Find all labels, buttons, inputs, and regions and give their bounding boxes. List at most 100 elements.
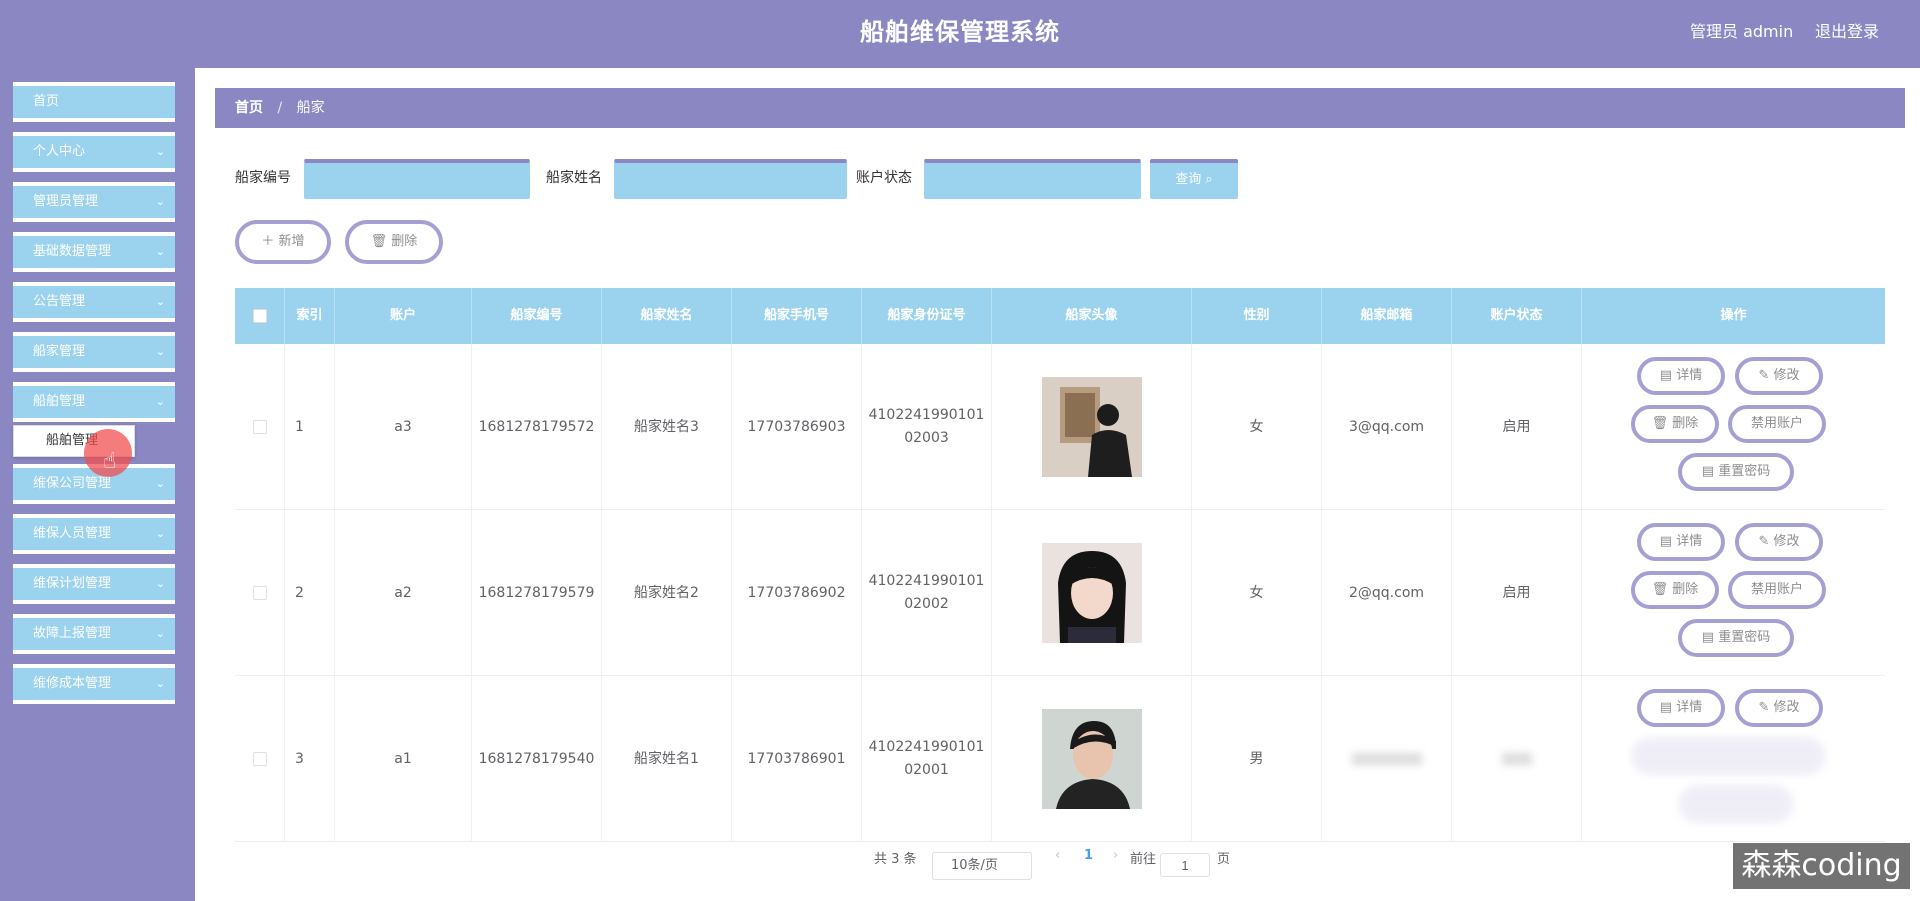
edit-button[interactable]: ✎ 修改 (1735, 689, 1823, 727)
chevron-down-icon: ⌄ (155, 345, 165, 358)
blurred-buttons (1678, 785, 1794, 823)
chevron-down-icon: ⌄ (155, 145, 165, 158)
sidebar-item-notice[interactable]: 公告管理 ⌄ (13, 282, 175, 322)
column-header[interactable]: 船家身份证号 (862, 288, 992, 344)
table-row: 3 a1 1681278179540 船家姓名1 17703786901 410… (235, 676, 1885, 842)
cell-gender: 女 (1192, 344, 1322, 510)
sidebar-item-maintenance-plan[interactable]: 维保计划管理 ⌄ (13, 564, 175, 604)
delete-button[interactable]: 🗑 删除 (1631, 571, 1719, 609)
detail-button[interactable]: ▤ 详情 (1637, 523, 1725, 561)
disable-account-button[interactable]: 禁用账户 (1728, 571, 1826, 609)
page-number-current[interactable]: 1 (1084, 848, 1093, 863)
column-header[interactable]: 性别 (1192, 288, 1322, 344)
blurred-buttons (1631, 737, 1826, 775)
select-all-checkbox[interactable] (253, 309, 267, 323)
page-size-select[interactable]: 10条/页 (932, 852, 1032, 880)
sidebar-item-shipowner[interactable]: 船家管理 ⌄ (13, 332, 175, 372)
cell-index: 2 (285, 510, 335, 676)
goto-page-input[interactable] (1160, 853, 1210, 877)
next-page-icon[interactable]: › (1113, 848, 1118, 863)
column-header[interactable]: 船家邮箱 (1322, 288, 1452, 344)
logout-link[interactable]: 退出登录 (1815, 18, 1879, 42)
row-checkbox[interactable] (253, 420, 267, 434)
cell-account: a2 (335, 510, 472, 676)
column-header[interactable]: 账户 (335, 288, 472, 344)
avatar[interactable] (1041, 543, 1142, 643)
avatar[interactable] (1041, 709, 1142, 809)
disable-account-button[interactable]: 禁用账户 (1728, 405, 1826, 443)
edit-button[interactable]: ✎ 修改 (1735, 357, 1823, 395)
reset-password-button[interactable]: ▤ 重置密码 (1678, 619, 1794, 657)
row-select-cell (235, 676, 285, 842)
edit-button[interactable]: ✎ 修改 (1735, 523, 1823, 561)
search-label-account-status: 账户状态 (856, 170, 912, 186)
cell-shipowner-name: 船家姓名3 (602, 344, 732, 510)
reset-password-button[interactable]: ▤ 重置密码 (1678, 453, 1794, 491)
delete-button[interactable]: 🗑 删除 (1631, 405, 1719, 443)
cell-index: 1 (285, 344, 335, 510)
sidebar-item-label: 故障上报管理 (33, 626, 112, 641)
column-header[interactable]: 船家头像 (992, 288, 1192, 344)
cell-shipowner-no: 1681278179572 (472, 344, 602, 510)
sidebar-item-label: 维保公司管理 (33, 476, 112, 491)
query-button[interactable]: 查询 ⌕ (1150, 159, 1238, 199)
row-checkbox[interactable] (253, 752, 267, 766)
add-button[interactable]: ＋ 新增 (235, 220, 331, 264)
column-header[interactable]: 账户状态 (1452, 288, 1582, 344)
cell-id-number: 4102241990101 02001 (862, 676, 992, 842)
search-input-account-status[interactable] (924, 159, 1141, 199)
sidebar-item-basic-data[interactable]: 基础数据管理 ⌄ (13, 232, 175, 272)
column-header[interactable]: 船家手机号 (732, 288, 862, 344)
id-line: 4102241990101 (868, 573, 985, 589)
cell-shipowner-name: 船家姓名1 (602, 676, 732, 842)
row-select-cell (235, 344, 285, 510)
column-header[interactable]: 索引 (285, 288, 335, 344)
cell-status: 启用 (1452, 510, 1582, 676)
cell-email: 2@qq.com (1322, 510, 1452, 676)
sidebar-item-label: 船舶管理 (33, 394, 86, 409)
search-label-shipowner-no: 船家编号 (235, 170, 291, 186)
sidebar-item-label: 维保计划管理 (33, 576, 112, 591)
cell-status: 启用 (1452, 344, 1582, 510)
row-checkbox[interactable] (253, 586, 267, 600)
column-header[interactable]: 船家姓名 (602, 288, 732, 344)
main-content: 首页 / 船家 船家编号 船家姓名 账户状态 查询 ⌕ ＋ 新增 🗑 删除 索引… (195, 68, 1920, 901)
detail-button[interactable]: ▤ 详情 (1637, 357, 1725, 395)
id-line: 4102241990101 (868, 739, 985, 755)
breadcrumb-home[interactable]: 首页 (235, 100, 263, 116)
hand-cursor-icon: ☝ (103, 449, 117, 474)
chevron-down-icon: ⌄ (155, 245, 165, 258)
search-input-shipowner-name[interactable] (614, 159, 847, 199)
column-header: 操作 (1720, 308, 1747, 323)
chevron-down-icon: ⌄ (155, 627, 165, 640)
table-header: 索引 账户 船家编号 船家姓名 船家手机号 船家身份证号 船家头像 性别 船家邮… (235, 288, 1885, 344)
cell-account: a3 (335, 344, 472, 510)
sidebar-item-ship[interactable]: 船舶管理 ⌄ (13, 382, 175, 422)
batch-delete-button[interactable]: 🗑 删除 (345, 220, 443, 264)
cell-gender: 女 (1192, 510, 1322, 676)
column-header[interactable]: 船家编号 (472, 288, 602, 344)
sidebar-item-home[interactable]: 首页 (13, 82, 175, 122)
sidebar-item-repair-cost[interactable]: 维修成本管理 ⌄ (13, 664, 175, 704)
sidebar-item-label: 个人中心 (33, 144, 86, 159)
detail-button[interactable]: ▤ 详情 (1637, 689, 1725, 727)
chevron-down-icon: ⌄ (155, 527, 165, 540)
cell-index: 3 (285, 676, 335, 842)
cell-phone: 17703786901 (732, 676, 862, 842)
top-header: 船舶维保管理系统 管理员 admin 退出登录 (0, 0, 1920, 68)
prev-page-icon[interactable]: ‹ (1055, 848, 1060, 863)
search-input-shipowner-no[interactable] (304, 159, 530, 199)
sidebar-item-label: 维保人员管理 (33, 526, 112, 541)
sidebar-item-fault-report[interactable]: 故障上报管理 ⌄ (13, 614, 175, 654)
avatar[interactable] (1041, 377, 1142, 477)
table-row: 1 a3 1681278179572 船家姓名3 17703786903 410… (235, 344, 1885, 510)
cell-avatar (992, 510, 1192, 676)
id-line: 02003 (904, 430, 949, 446)
sidebar-item-admin-management[interactable]: 管理员管理 ⌄ (13, 182, 175, 222)
sidebar-item-personal-center[interactable]: 个人中心 ⌄ (13, 132, 175, 172)
chevron-down-icon: ⌄ (155, 477, 165, 490)
blurred-email (1351, 753, 1422, 765)
cell-shipowner-name: 船家姓名2 (602, 510, 732, 676)
app-title: 船舶维保管理系统 (860, 18, 1060, 46)
sidebar-item-maintenance-staff[interactable]: 维保人员管理 ⌄ (13, 514, 175, 554)
